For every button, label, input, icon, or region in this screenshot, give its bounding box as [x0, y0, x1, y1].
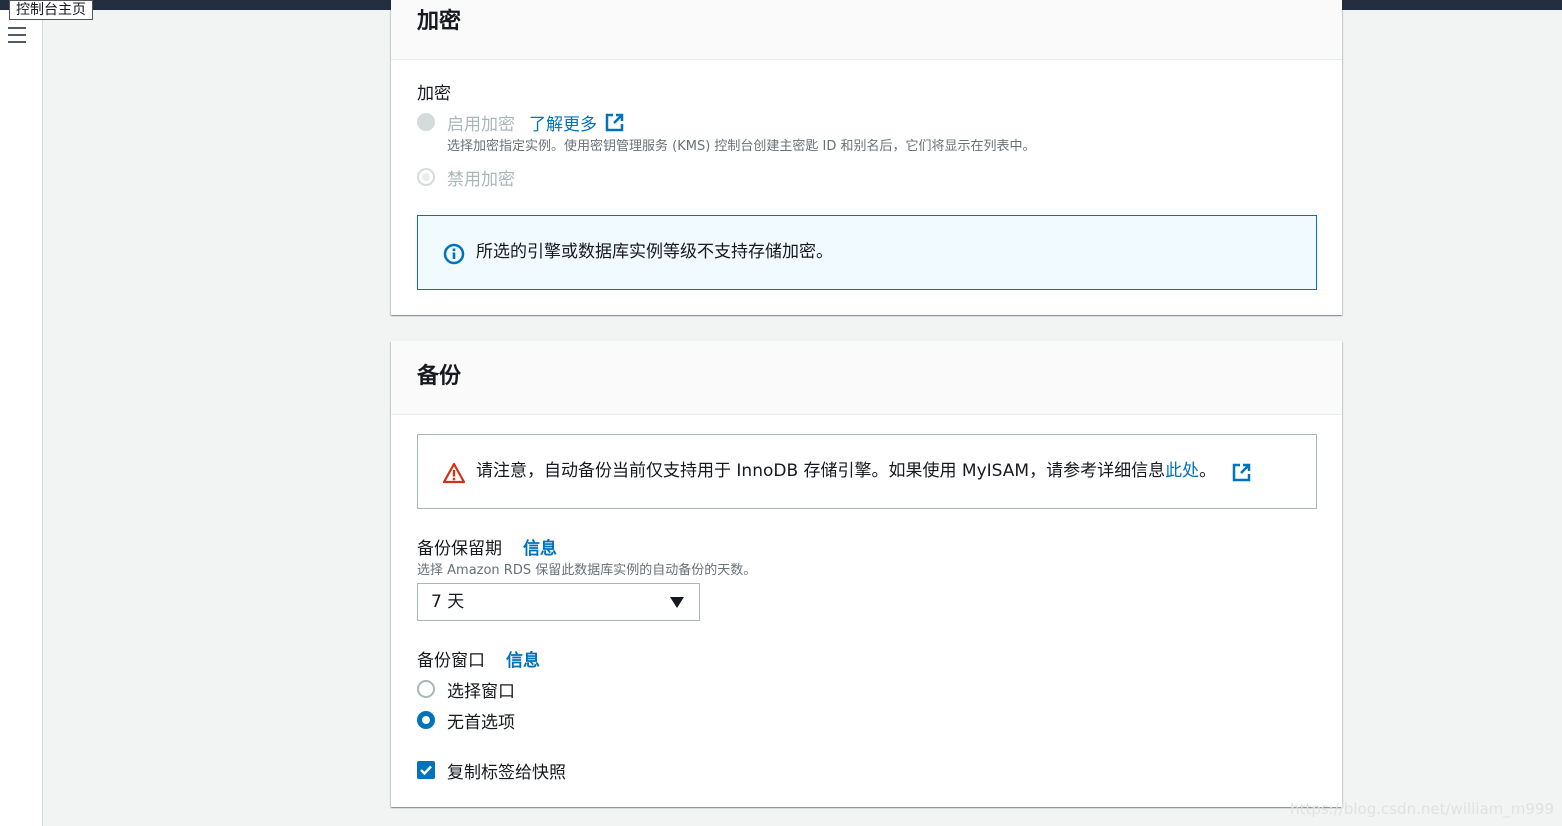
sidebar [0, 10, 43, 826]
enable-encryption-description: 选择加密指定实例。使用密钥管理服务 (KMS) 控制台创建主密匙 ID 和别名后… [447, 139, 1036, 154]
warning-alert: 请注意，自动备份当前仅支持用于 InnoDB 存储引擎。如果使用 MyISAM，… [417, 434, 1317, 509]
caret-down-icon [670, 597, 684, 608]
disable-encryption-label: 禁用加密 [447, 170, 515, 190]
encryption-title: 加密 [391, 0, 1342, 60]
copy-tags-label: 复制标签给快照 [447, 763, 566, 783]
copy-tags-checkbox[interactable] [417, 761, 435, 779]
watermark: https://blog.csdn.net/william_m999 [1290, 800, 1554, 818]
warning-alert-text: 请注意，自动备份当前仅支持用于 InnoDB 存储引擎。如果使用 MyISAM，… [476, 435, 1216, 508]
enable-encryption-radio[interactable] [417, 113, 435, 131]
no-preference-label: 无首选项 [447, 713, 515, 733]
retention-info-link[interactable]: 信息 [523, 534, 557, 559]
retention-period-label: 备份保留期 [417, 539, 502, 559]
retention-period-description: 选择 Amazon RDS 保留此数据库实例的自动备份的天数。 [417, 563, 757, 578]
backup-title: 备份 [391, 341, 1342, 415]
learn-more-link[interactable]: 了解更多 [529, 110, 597, 135]
backup-window-info-link[interactable]: 信息 [506, 646, 540, 671]
backup-panel: 备份 请注意，自动备份当前仅支持用于 InnoDB 存储引擎。如果使用 MyIS… [391, 341, 1342, 807]
external-link-icon[interactable] [1232, 463, 1251, 482]
console-home-tooltip: 控制台主页 [9, 0, 93, 20]
backup-window-label: 备份窗口 [417, 651, 485, 671]
checkmark-icon [420, 765, 432, 776]
menu-icon[interactable] [8, 27, 26, 43]
info-alert-text: 所选的引擎或数据库实例等级不支持存储加密。 [476, 242, 833, 262]
retention-period-value: 7 天 [431, 592, 465, 612]
warning-message: 请注意，自动备份当前仅支持用于 InnoDB 存储引擎。如果使用 MyISAM，… [476, 461, 1166, 481]
warning-here-link[interactable]: 此处 [1165, 461, 1199, 481]
encryption-field-label: 加密 [417, 84, 451, 104]
info-icon [443, 243, 465, 265]
enable-encryption-label: 启用加密 [447, 115, 515, 135]
encryption-panel: 加密 加密 启用加密 了解更多 选择加密指定实例。使用密钥管理服务 (KMS) … [391, 0, 1342, 315]
select-window-radio[interactable] [417, 680, 435, 698]
disable-encryption-radio[interactable] [417, 168, 435, 186]
no-preference-radio[interactable] [417, 711, 435, 729]
info-alert: 所选的引擎或数据库实例等级不支持存储加密。 [417, 215, 1317, 290]
select-window-label: 选择窗口 [447, 682, 515, 702]
warning-period: 。 [1199, 461, 1217, 481]
warning-icon [443, 462, 465, 484]
external-link-icon[interactable] [605, 113, 624, 132]
retention-period-select[interactable]: 7 天 [417, 583, 700, 621]
